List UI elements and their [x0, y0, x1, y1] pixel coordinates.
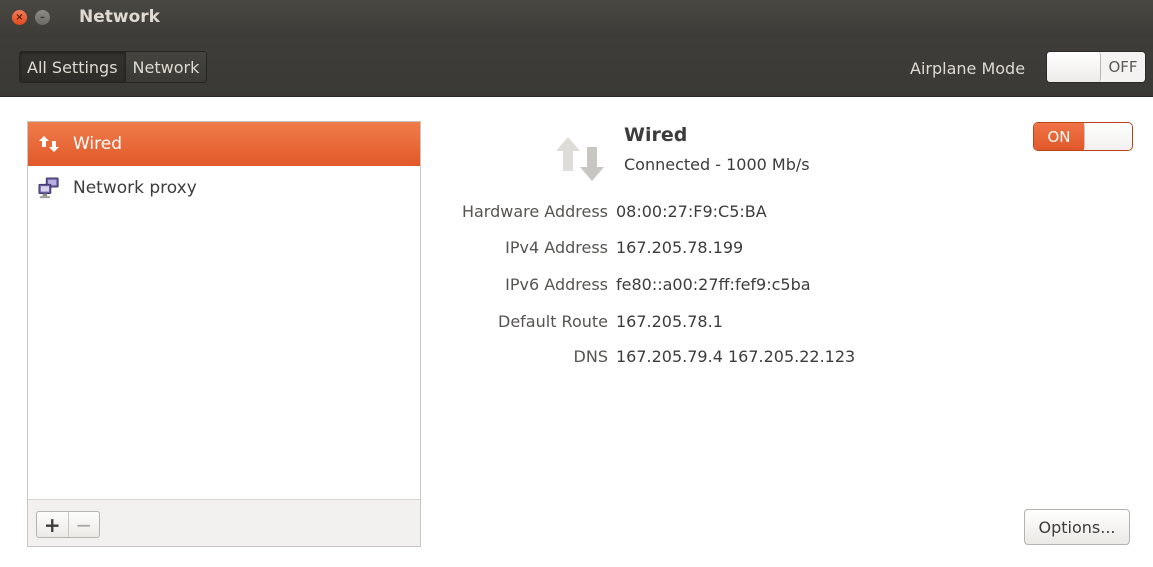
detail-value: 167.205.79.4 167.205.22.123	[616, 347, 856, 366]
switch-knob	[1047, 52, 1101, 82]
network-proxy-icon	[38, 177, 60, 199]
detail-key: Default Route	[498, 312, 608, 331]
toolbar: All Settings Network Airplane Mode OFF	[0, 38, 1153, 97]
device-list-footer: + −	[28, 499, 420, 546]
close-window-button[interactable]: ×	[12, 10, 27, 25]
detail-row-dns: DNS 167.205.79.4 167.205.22.123	[420, 347, 856, 369]
detail-key: IPv4 Address	[505, 238, 608, 257]
airplane-mode-switch[interactable]: OFF	[1046, 51, 1146, 83]
detail-value: fe80::a00:27ff:fef9:c5ba	[616, 275, 811, 294]
title-bar: × – Network	[0, 0, 1153, 38]
switch-knob	[1084, 123, 1132, 150]
breadcrumb-network[interactable]: Network	[124, 52, 207, 82]
connection-name: Wired	[624, 124, 688, 146]
detail-key: Hardware Address	[461, 202, 608, 221]
sidebar-item-label: Wired	[73, 134, 123, 154]
network-transmit-receive-icon	[552, 135, 608, 183]
breadcrumb-all-settings[interactable]: All Settings	[20, 52, 125, 82]
detail-value: 08:00:27:F9:C5:BA	[616, 202, 767, 221]
sidebar-item-label: Network proxy	[73, 178, 197, 198]
add-remove-group: + −	[36, 511, 100, 538]
network-transmit-receive-icon	[38, 133, 60, 155]
device-list-panel: Wired Network proxy + −	[27, 121, 421, 547]
wired-connection-switch[interactable]: ON	[1033, 122, 1133, 151]
detail-value: 167.205.78.199	[616, 238, 744, 257]
detail-row-default-route: Default Route 167.205.78.1	[420, 312, 723, 334]
airplane-mode-state: OFF	[1108, 58, 1138, 76]
detail-value: 167.205.78.1	[616, 312, 723, 331]
options-button[interactable]: Options...	[1024, 509, 1130, 545]
close-icon: ×	[15, 11, 24, 23]
connection-status: Connected - 1000 Mb/s	[624, 155, 810, 174]
sidebar-item-network-proxy[interactable]: Network proxy	[28, 166, 420, 210]
minimize-window-button[interactable]: –	[35, 10, 50, 25]
window-title: Network	[79, 7, 160, 27]
remove-device-button[interactable]: −	[69, 512, 100, 537]
airplane-mode-label: Airplane Mode	[910, 59, 1026, 78]
detail-key: IPv6 Address	[505, 275, 608, 294]
detail-row-hardware-address: Hardware Address 08:00:27:F9:C5:BA	[420, 202, 767, 224]
detail-row-ipv4-address: IPv4 Address 167.205.78.199	[420, 238, 743, 260]
minimize-icon: –	[40, 11, 45, 23]
detail-row-ipv6-address: IPv6 Address fe80::a00:27ff:fef9:c5ba	[420, 275, 811, 297]
detail-key: DNS	[573, 347, 608, 366]
breadcrumb: All Settings Network	[19, 51, 208, 83]
add-device-button[interactable]: +	[37, 512, 69, 537]
sidebar-item-wired[interactable]: Wired	[28, 122, 420, 166]
wired-switch-state: ON	[1034, 123, 1084, 150]
